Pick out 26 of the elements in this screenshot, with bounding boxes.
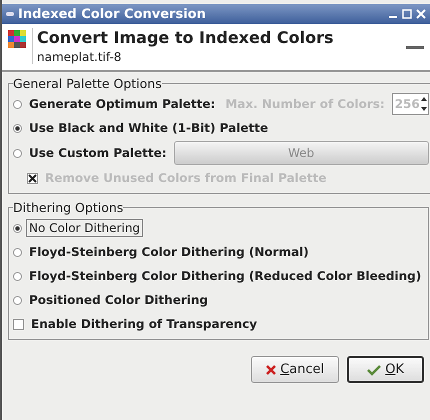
maximize-icon[interactable] (402, 9, 412, 19)
radio-button[interactable] (13, 224, 22, 232)
image-name: nameplat.tif-8 (37, 50, 122, 64)
dialog-heading: Convert Image to Indexed Colors (37, 28, 334, 47)
cross-icon (266, 364, 276, 374)
option-label[interactable]: Positioned Color Dithering (26, 291, 211, 309)
dash-icon (406, 46, 424, 49)
radio-button[interactable] (13, 296, 22, 304)
ok-button[interactable]: OK (347, 356, 424, 383)
frame-title: Dithering Options (13, 200, 124, 215)
check-icon (367, 364, 382, 376)
close-icon[interactable] (416, 9, 426, 19)
cancel-button[interactable]: Cancel (251, 356, 340, 383)
checkbox[interactable] (13, 318, 24, 330)
option-label[interactable]: Floyd-Steinberg Color Dithering (Reduced Color Bleeding) (26, 267, 424, 285)
option-label[interactable]: Floyd-Steinberg Color Dithering (Normal) (26, 243, 312, 261)
radio-button[interactable] (13, 248, 22, 256)
radio-button[interactable] (13, 124, 22, 132)
radio-button[interactable] (13, 272, 22, 280)
window-title: Indexed Color Conversion (18, 6, 206, 22)
frame-title: General Palette Options (13, 76, 162, 91)
color-grid-icon (8, 30, 26, 48)
option-label[interactable]: No Color Dithering (26, 219, 144, 237)
option-label[interactable]: Use Black and White (1-Bit) Palette (26, 119, 272, 137)
window-menu-icon[interactable] (6, 12, 14, 16)
checkbox-label[interactable]: Enable Dithering of Transparency (28, 315, 260, 333)
